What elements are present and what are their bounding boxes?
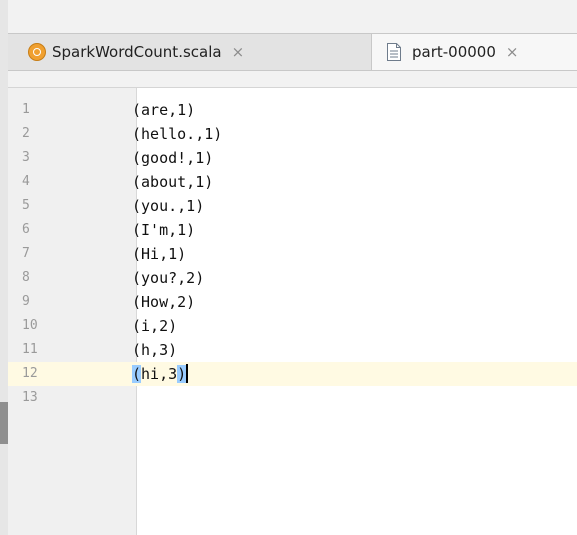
line-number: 10 — [22, 318, 38, 333]
line-number: 2 — [22, 126, 30, 141]
line-number: 11 — [22, 342, 38, 357]
close-tab-icon[interactable]: × — [232, 43, 245, 61]
line-number: 1 — [22, 102, 30, 117]
code-line[interactable]: 1 (are,1) — [8, 98, 577, 122]
line-number: 13 — [22, 390, 38, 405]
left-panel-strip — [0, 0, 8, 535]
line-text: (Hi,1) — [132, 245, 187, 263]
code-line[interactable]: 10 (i,2) — [8, 314, 577, 338]
code-line[interactable]: 11 (h,3) — [8, 338, 577, 362]
tab-label: part-00000 — [412, 43, 496, 61]
line-number: 7 — [22, 246, 30, 261]
tab-label: SparkWordCount.scala — [52, 43, 222, 61]
line-text: (you.,1) — [132, 197, 205, 215]
code-line[interactable]: 13 — [8, 386, 577, 410]
line-text: (I'm,1) — [132, 221, 196, 239]
code-line[interactable]: 2 (hello.,1) — [8, 122, 577, 146]
line-text: (good!,1) — [132, 149, 214, 167]
line-text: (hello.,1) — [132, 125, 223, 143]
tab-part-00000[interactable]: part-00000 × — [371, 34, 577, 70]
line-number: 4 — [22, 174, 30, 189]
line-number: 3 — [22, 150, 30, 165]
scala-file-icon — [28, 43, 46, 61]
text-file-icon — [386, 43, 402, 61]
matched-bracket-close: ) — [177, 365, 187, 383]
code-line[interactable]: 4 (about,1) — [8, 170, 577, 194]
tab-sparkwordcount-scala[interactable]: SparkWordCount.scala × — [16, 34, 371, 70]
matched-bracket-open: ( — [132, 365, 142, 383]
line-number: 9 — [22, 294, 30, 309]
code-line[interactable]: 7 (Hi,1) — [8, 242, 577, 266]
line-text: (hi,3) — [132, 362, 189, 386]
code-line[interactable]: 6 (I'm,1) — [8, 218, 577, 242]
line-text: (i,2) — [132, 317, 178, 335]
panel-scrollbar-thumb[interactable] — [0, 402, 8, 444]
code-line[interactable]: 3 (good!,1) — [8, 146, 577, 170]
editor-tab-bar: SparkWordCount.scala × part-00000 × — [8, 33, 577, 71]
line-text: (How,2) — [132, 293, 196, 311]
line-number: 8 — [22, 270, 30, 285]
current-code-line[interactable]: 12 (hi,3) — [8, 362, 577, 386]
line-text: (are,1) — [132, 101, 196, 119]
line-text: (about,1) — [132, 173, 214, 191]
line-number: 12 — [8, 362, 136, 386]
code-line[interactable]: 5 (you.,1) — [8, 194, 577, 218]
code-line[interactable]: 8 (you?,2) — [8, 266, 577, 290]
line-text: (you?,2) — [132, 269, 205, 287]
line-number: 6 — [22, 222, 30, 237]
line-text-middle: hi,3 — [141, 365, 178, 383]
text-cursor — [186, 364, 189, 383]
line-number: 5 — [22, 198, 30, 213]
code-line[interactable]: 9 (How,2) — [8, 290, 577, 314]
line-text: (h,3) — [132, 341, 178, 359]
close-tab-icon[interactable]: × — [506, 43, 519, 61]
